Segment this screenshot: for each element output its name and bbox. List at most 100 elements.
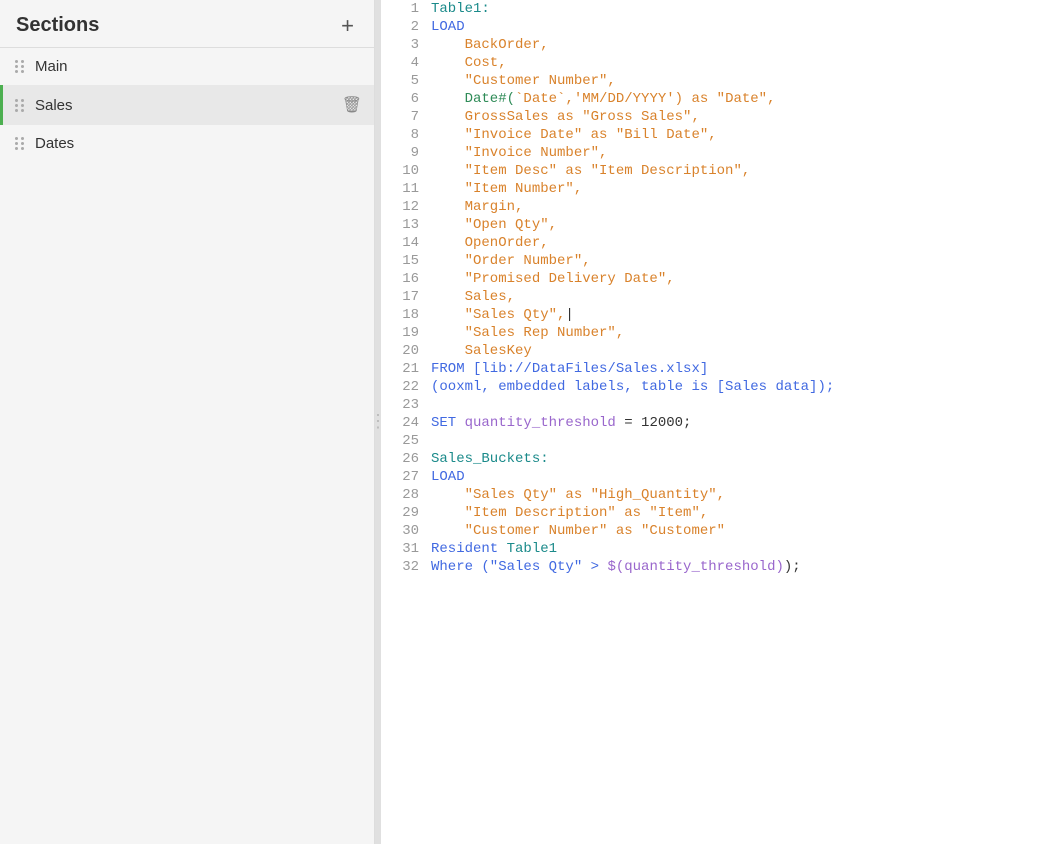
line-content-32[interactable]: Where ("Sales Qty" > $(quantity_threshol… (431, 558, 1037, 576)
line-content-22[interactable]: (ooxml, embedded labels, table is [Sales… (431, 378, 1037, 396)
code-line-27: 27LOAD (381, 468, 1037, 486)
sidebar: Sections + Main Sales🗑 Dates (0, 0, 375, 844)
line-number-12: 12 (381, 198, 431, 216)
line-number-11: 11 (381, 180, 431, 198)
line-number-17: 17 (381, 288, 431, 306)
line-number-4: 4 (381, 54, 431, 72)
line-content-2[interactable]: LOAD (431, 18, 1037, 36)
code-line-10: 10 "Item Desc" as "Item Description", (381, 162, 1037, 180)
delete-icon-sales[interactable]: 🗑 (342, 95, 362, 115)
line-content-26[interactable]: Sales_Buckets: (431, 450, 1037, 468)
line-content-20[interactable]: SalesKey (431, 342, 1037, 360)
line-content-14[interactable]: OpenOrder, (431, 234, 1037, 252)
line-number-8: 8 (381, 126, 431, 144)
drag-handle-main[interactable] (15, 60, 25, 73)
line-number-16: 16 (381, 270, 431, 288)
line-number-31: 31 (381, 540, 431, 558)
line-number-28: 28 (381, 486, 431, 504)
line-content-3[interactable]: BackOrder, (431, 36, 1037, 54)
code-line-20: 20 SalesKey (381, 342, 1037, 360)
line-number-3: 3 (381, 36, 431, 54)
code-line-18: 18 "Sales Qty",| (381, 306, 1037, 324)
line-content-30[interactable]: "Customer Number" as "Customer" (431, 522, 1037, 540)
drag-handle-dates[interactable] (15, 137, 25, 150)
code-line-8: 8 "Invoice Date" as "Bill Date", (381, 126, 1037, 144)
code-line-31: 31Resident Table1 (381, 540, 1037, 558)
code-line-11: 11 "Item Number", (381, 180, 1037, 198)
line-number-20: 20 (381, 342, 431, 360)
sidebar-items: Main Sales🗑 Dates (0, 48, 374, 162)
line-content-24[interactable]: SET quantity_threshold = 12000; (431, 414, 1037, 432)
sidebar-item-label-sales: Sales (35, 97, 342, 114)
line-number-6: 6 (381, 90, 431, 108)
line-number-18: 18 (381, 306, 431, 324)
line-content-8[interactable]: "Invoice Date" as "Bill Date", (431, 126, 1037, 144)
code-line-9: 9 "Invoice Number", (381, 144, 1037, 162)
line-number-19: 19 (381, 324, 431, 342)
line-content-12[interactable]: Margin, (431, 198, 1037, 216)
code-line-28: 28 "Sales Qty" as "High_Quantity", (381, 486, 1037, 504)
code-line-13: 13 "Open Qty", (381, 216, 1037, 234)
line-number-10: 10 (381, 162, 431, 180)
sidebar-title: Sections (16, 14, 99, 37)
code-line-5: 5 "Customer Number", (381, 72, 1037, 90)
line-content-16[interactable]: "Promised Delivery Date", (431, 270, 1037, 288)
code-line-16: 16 "Promised Delivery Date", (381, 270, 1037, 288)
sidebar-item-dates[interactable]: Dates (0, 125, 374, 162)
code-editor[interactable]: 1Table1:2LOAD3 BackOrder,4 Cost,5 "Custo… (381, 0, 1037, 844)
code-line-23: 23 (381, 396, 1037, 414)
line-number-21: 21 (381, 360, 431, 378)
line-number-30: 30 (381, 522, 431, 540)
line-content-13[interactable]: "Open Qty", (431, 216, 1037, 234)
code-line-1: 1Table1: (381, 0, 1037, 18)
line-number-32: 32 (381, 558, 431, 576)
line-content-19[interactable]: "Sales Rep Number", (431, 324, 1037, 342)
line-content-11[interactable]: "Item Number", (431, 180, 1037, 198)
line-content-9[interactable]: "Invoice Number", (431, 144, 1037, 162)
line-content-28[interactable]: "Sales Qty" as "High_Quantity", (431, 486, 1037, 504)
code-line-25: 25 (381, 432, 1037, 450)
line-content-5[interactable]: "Customer Number", (431, 72, 1037, 90)
line-content-29[interactable]: "Item Description" as "Item", (431, 504, 1037, 522)
code-line-6: 6 Date#(`Date`,'MM/DD/YYYY') as "Date", (381, 90, 1037, 108)
code-line-12: 12 Margin, (381, 198, 1037, 216)
line-content-10[interactable]: "Item Desc" as "Item Description", (431, 162, 1037, 180)
code-line-32: 32Where ("Sales Qty" > $(quantity_thresh… (381, 558, 1037, 576)
sidebar-header: Sections + (0, 0, 374, 48)
line-content-15[interactable]: "Order Number", (431, 252, 1037, 270)
line-number-25: 25 (381, 432, 431, 450)
line-number-27: 27 (381, 468, 431, 486)
line-content-21[interactable]: FROM [lib://DataFiles/Sales.xlsx] (431, 360, 1037, 378)
line-number-15: 15 (381, 252, 431, 270)
code-line-15: 15 "Order Number", (381, 252, 1037, 270)
line-content-4[interactable]: Cost, (431, 54, 1037, 72)
code-line-3: 3 BackOrder, (381, 36, 1037, 54)
code-line-4: 4 Cost, (381, 54, 1037, 72)
line-content-23[interactable] (431, 396, 1037, 414)
sidebar-item-sales[interactable]: Sales🗑 (0, 85, 374, 125)
sidebar-item-label-main: Main (35, 58, 362, 75)
line-number-29: 29 (381, 504, 431, 522)
code-lines: 1Table1:2LOAD3 BackOrder,4 Cost,5 "Custo… (381, 0, 1037, 576)
line-content-18[interactable]: "Sales Qty",| (431, 306, 1037, 324)
line-content-17[interactable]: Sales, (431, 288, 1037, 306)
code-line-7: 7 GrossSales as "Gross Sales", (381, 108, 1037, 126)
line-content-27[interactable]: LOAD (431, 468, 1037, 486)
line-number-23: 23 (381, 396, 431, 414)
line-content-1[interactable]: Table1: (431, 0, 1037, 18)
add-section-button[interactable]: + (337, 15, 358, 37)
line-number-1: 1 (381, 0, 431, 18)
line-content-6[interactable]: Date#(`Date`,'MM/DD/YYYY') as "Date", (431, 90, 1037, 108)
line-number-14: 14 (381, 234, 431, 252)
line-content-7[interactable]: GrossSales as "Gross Sales", (431, 108, 1037, 126)
line-number-2: 2 (381, 18, 431, 36)
line-content-31[interactable]: Resident Table1 (431, 540, 1037, 558)
code-line-14: 14 OpenOrder, (381, 234, 1037, 252)
sidebar-item-main[interactable]: Main (0, 48, 374, 85)
line-content-25[interactable] (431, 432, 1037, 450)
sidebar-item-label-dates: Dates (35, 135, 362, 152)
drag-handle-sales[interactable] (15, 99, 25, 112)
code-line-17: 17 Sales, (381, 288, 1037, 306)
line-number-26: 26 (381, 450, 431, 468)
line-number-5: 5 (381, 72, 431, 90)
